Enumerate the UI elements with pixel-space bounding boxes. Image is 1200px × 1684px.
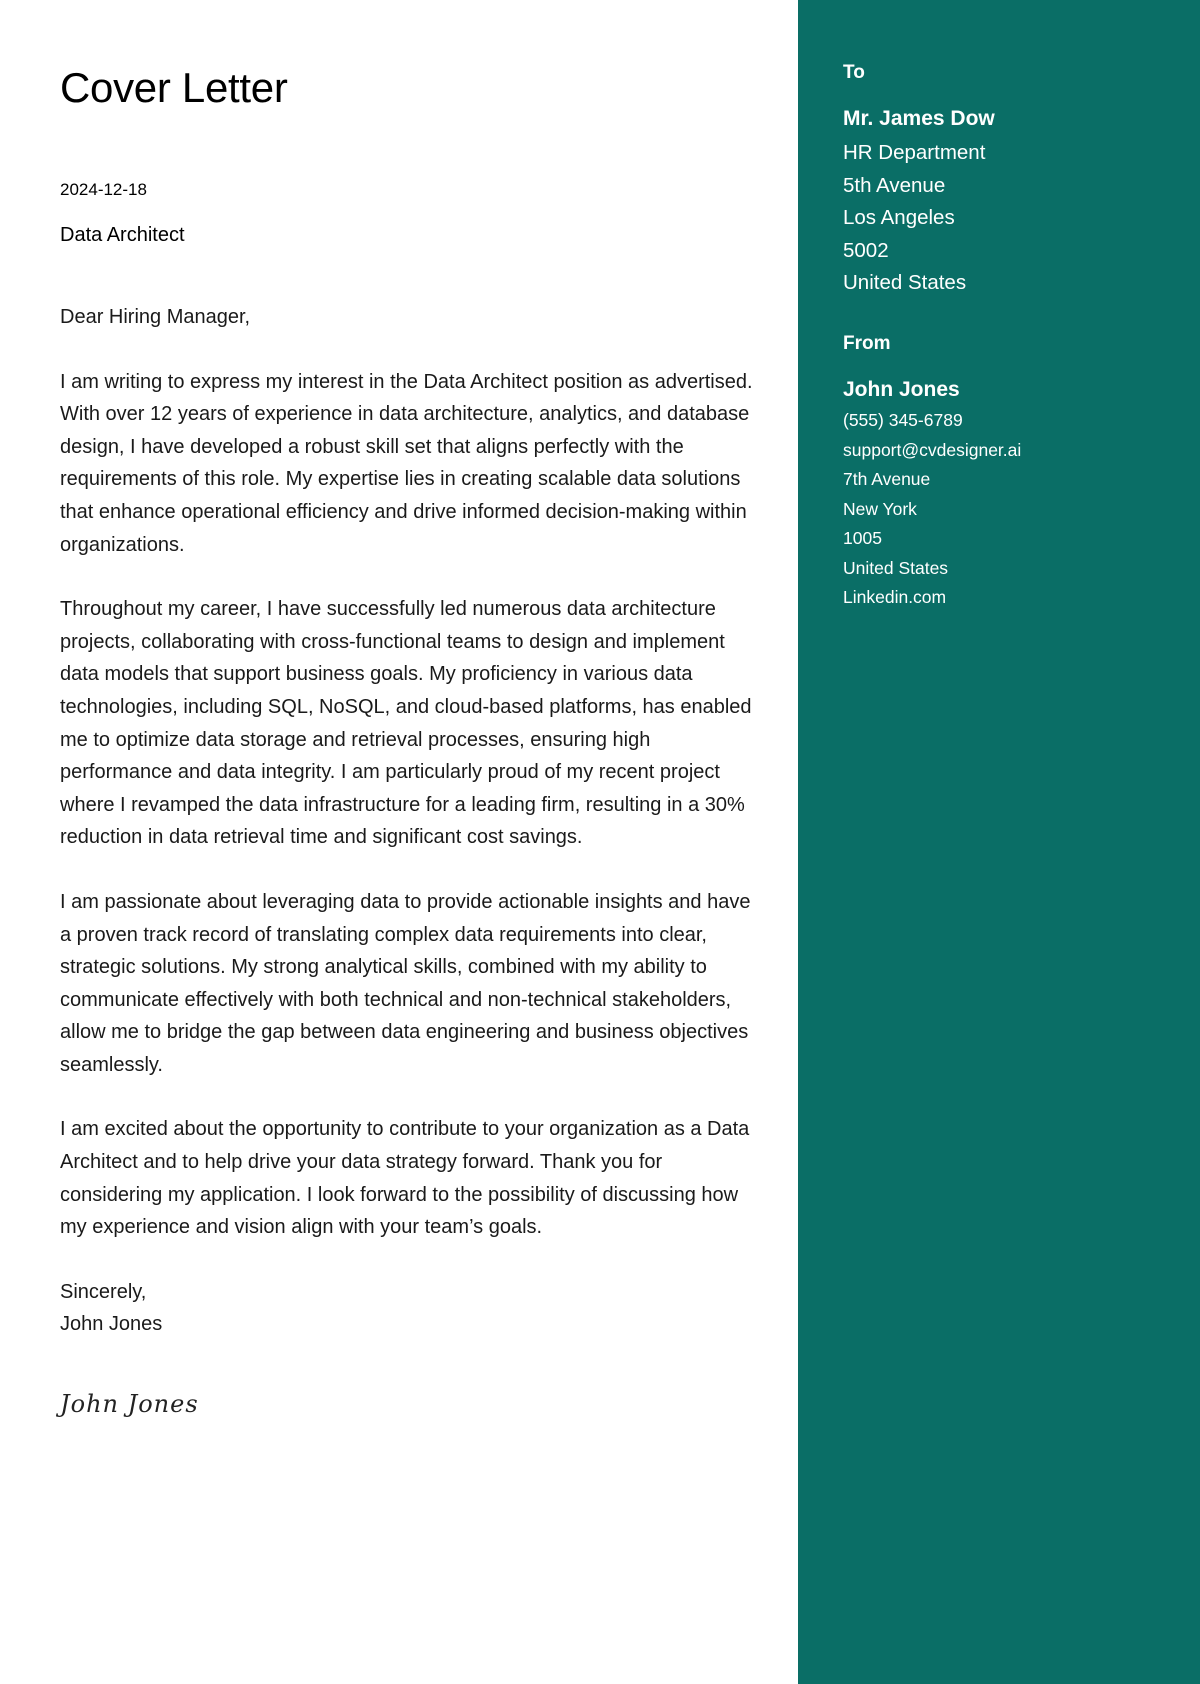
recipient-city: Los Angeles [843, 206, 955, 229]
recipient-heading: To [843, 62, 865, 83]
recipient-postal-code: 5002 [843, 238, 889, 262]
sender-city: New York [843, 498, 917, 519]
closing: Sincerely, [60, 1280, 147, 1303]
letter-date: 2024-12-18 [60, 180, 147, 199]
sender-street: 7th Avenue [843, 469, 931, 489]
sender-contact: (555) 345-6789 support@cvdesigner.ai 7th… [843, 406, 1021, 613]
recipient-street: 5th Avenue [843, 173, 946, 197]
recipient-address: HR Department 5th Avenue Los Angeles 500… [843, 137, 985, 300]
letter-main: Cover Letter 2024-12-18 Data Architect D… [0, 0, 798, 1684]
sender-phone: (555) 345-6789 [843, 410, 963, 430]
sender-heading: From [843, 333, 891, 354]
page-title: Cover Letter [60, 64, 288, 111]
letter-body: Dear Hiring Manager, I am writing to exp… [60, 301, 760, 1341]
recipient-department: HR Department [843, 141, 986, 164]
recipient-name: Mr. James Dow [843, 107, 995, 130]
sender-postal-code: 1005 [843, 528, 882, 548]
paragraph: I am excited about the opportunity to co… [60, 1118, 750, 1239]
salutation: Dear Hiring Manager, [60, 306, 251, 328]
sender-name: John Jones [843, 378, 960, 401]
closing-name: John Jones [60, 1313, 163, 1336]
paragraph: I am passionate about leveraging data to… [60, 890, 751, 1076]
sender-website[interactable]: Linkedin.com [843, 583, 1021, 613]
signature: John Jones [60, 1390, 199, 1418]
sender-email[interactable]: support@cvdesigner.ai [843, 436, 1021, 466]
paragraph: Throughout my career, I have successfull… [60, 598, 752, 849]
recipient-country: United States [843, 271, 967, 294]
paragraph: I am writing to express my interest in t… [60, 370, 753, 556]
sender-country: United States [843, 557, 949, 578]
job-role: Data Architect [60, 224, 185, 246]
